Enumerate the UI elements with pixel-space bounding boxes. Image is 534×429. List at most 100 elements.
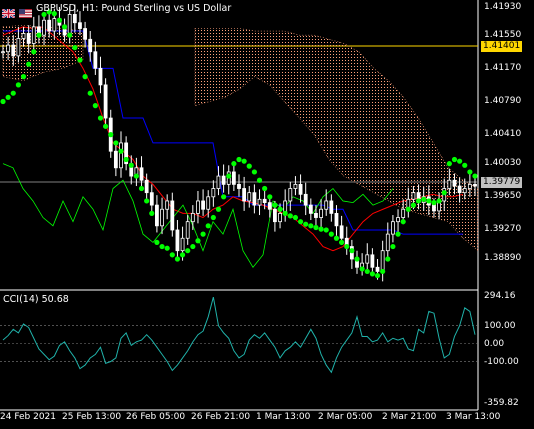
parabolic-sar-dot [26,61,32,67]
candle-body [314,212,318,218]
us-flag-icon [19,3,32,18]
parabolic-sar-dot [267,194,273,200]
price-axis-label: 1.41550 [484,30,522,40]
parabolic-sar-dot [405,206,411,212]
parabolic-sar-dot [174,256,181,262]
parabolic-sar-dot [359,266,365,272]
candle-body [252,192,257,206]
time-axis-label: 26 Feb 21:00 [191,412,251,422]
parabolic-sar-dot [277,206,283,212]
price-axis-label: 1.40410 [484,129,522,139]
candle-body [319,208,323,218]
candle-body [380,250,385,272]
parabolic-sar-dot [385,256,391,262]
parabolic-sar-dot [287,213,293,219]
time-axis-label: 26 Feb 05:00 [126,412,186,422]
candle-body [452,179,457,187]
price-axis-label: 1.40030 [484,158,522,168]
parabolic-sar-dot [236,156,242,163]
parabolic-sar-dot [144,198,150,204]
price-axis-label: 1.39650 [484,191,522,201]
parabolic-sar-dot [441,190,447,196]
candle-body [165,200,170,210]
candle-body [473,183,477,187]
candle-body [26,33,31,44]
candle-body [247,192,252,202]
parabolic-sar-dot [210,214,216,221]
parabolic-sar-dot [87,90,93,96]
parabolic-sar-dot [339,239,345,246]
parabolic-sar-dot [364,268,370,275]
parabolic-sar-dot [462,162,468,168]
parabolic-sar-dot [10,90,16,96]
chart-window[interactable]: GBPUSD, H1: Pound Sterling vs US Dollar … [0,0,534,429]
candle-body [391,221,395,235]
parabolic-sar-dot [128,162,134,168]
time-axis-label: 1 Mar 13:00 [256,412,311,422]
parabolic-sar-dot [108,132,114,138]
parabolic-sar-dot [67,32,73,38]
candle-body [139,167,144,181]
horizontal-line-price-label[interactable]: 1.41401 [481,41,523,52]
candle-body [180,237,185,252]
candle-body [447,179,452,189]
candle-body [467,183,472,189]
parabolic-sar-dot [159,243,165,250]
candle-body [98,67,103,86]
parabolic-sar-dot [292,214,299,221]
parabolic-sar-dot [205,223,211,229]
parabolic-sar-dot [82,74,88,80]
bid-price-label: 1.39779 [481,177,523,188]
parabolic-sar-dot [333,235,340,241]
candle-body [103,84,108,119]
parabolic-sar-dot [318,226,324,232]
candle-body [113,150,118,169]
parabolic-sar-dot [56,17,63,23]
parabolic-sar-dot [400,219,406,225]
time-axis-label: 3 Mar 13:00 [446,412,501,422]
parabolic-sar-dot [231,161,237,167]
parabolic-sar-dot [133,173,139,179]
parabolic-sar-dot [410,202,417,208]
candle-body [365,254,370,264]
candle-body [144,179,149,194]
parabolic-sar-dot [313,224,319,231]
parabolic-sar-dot [349,248,355,254]
parabolic-sar-dot [354,256,360,262]
parabolic-sar-dot [457,158,463,164]
candle-body [211,188,216,198]
candle-body [201,200,205,210]
cci-axis-label: -100.00 [484,357,519,367]
candle-body [293,183,298,189]
parabolic-sar-dot [215,206,222,212]
candle-body [221,175,226,185]
parabolic-sar-dot [431,200,437,206]
parabolic-sar-dot [195,238,201,244]
candle-body [196,200,200,214]
parabolic-sar-dot [246,163,252,169]
cci-axis-label: 100.00 [484,321,516,331]
parabolic-sar-dot [395,231,401,237]
parabolic-sar-dot [303,221,309,227]
candle-body [401,208,406,218]
price-axis-label: 1.40790 [484,96,522,106]
parabolic-sar-dot [31,49,37,55]
price-chart[interactable] [0,0,534,429]
candle-body [190,212,195,223]
parabolic-sar-dot [20,74,27,80]
parabolic-sar-dot [415,198,422,204]
candle-body [72,14,77,24]
candle-body [93,51,98,69]
parabolic-sar-dot [103,123,109,129]
parabolic-sar-dot [138,185,145,192]
parabolic-sar-dot [282,210,288,216]
candle-body [375,266,380,272]
candle-body [339,225,344,239]
parabolic-sar-dot [118,148,124,154]
candle-body [170,200,175,231]
candle-body [242,188,247,202]
parabolic-sar-dot [451,156,458,163]
parabolic-sar-dot [467,169,473,175]
candle-body [67,14,72,36]
candle-body [78,22,82,29]
